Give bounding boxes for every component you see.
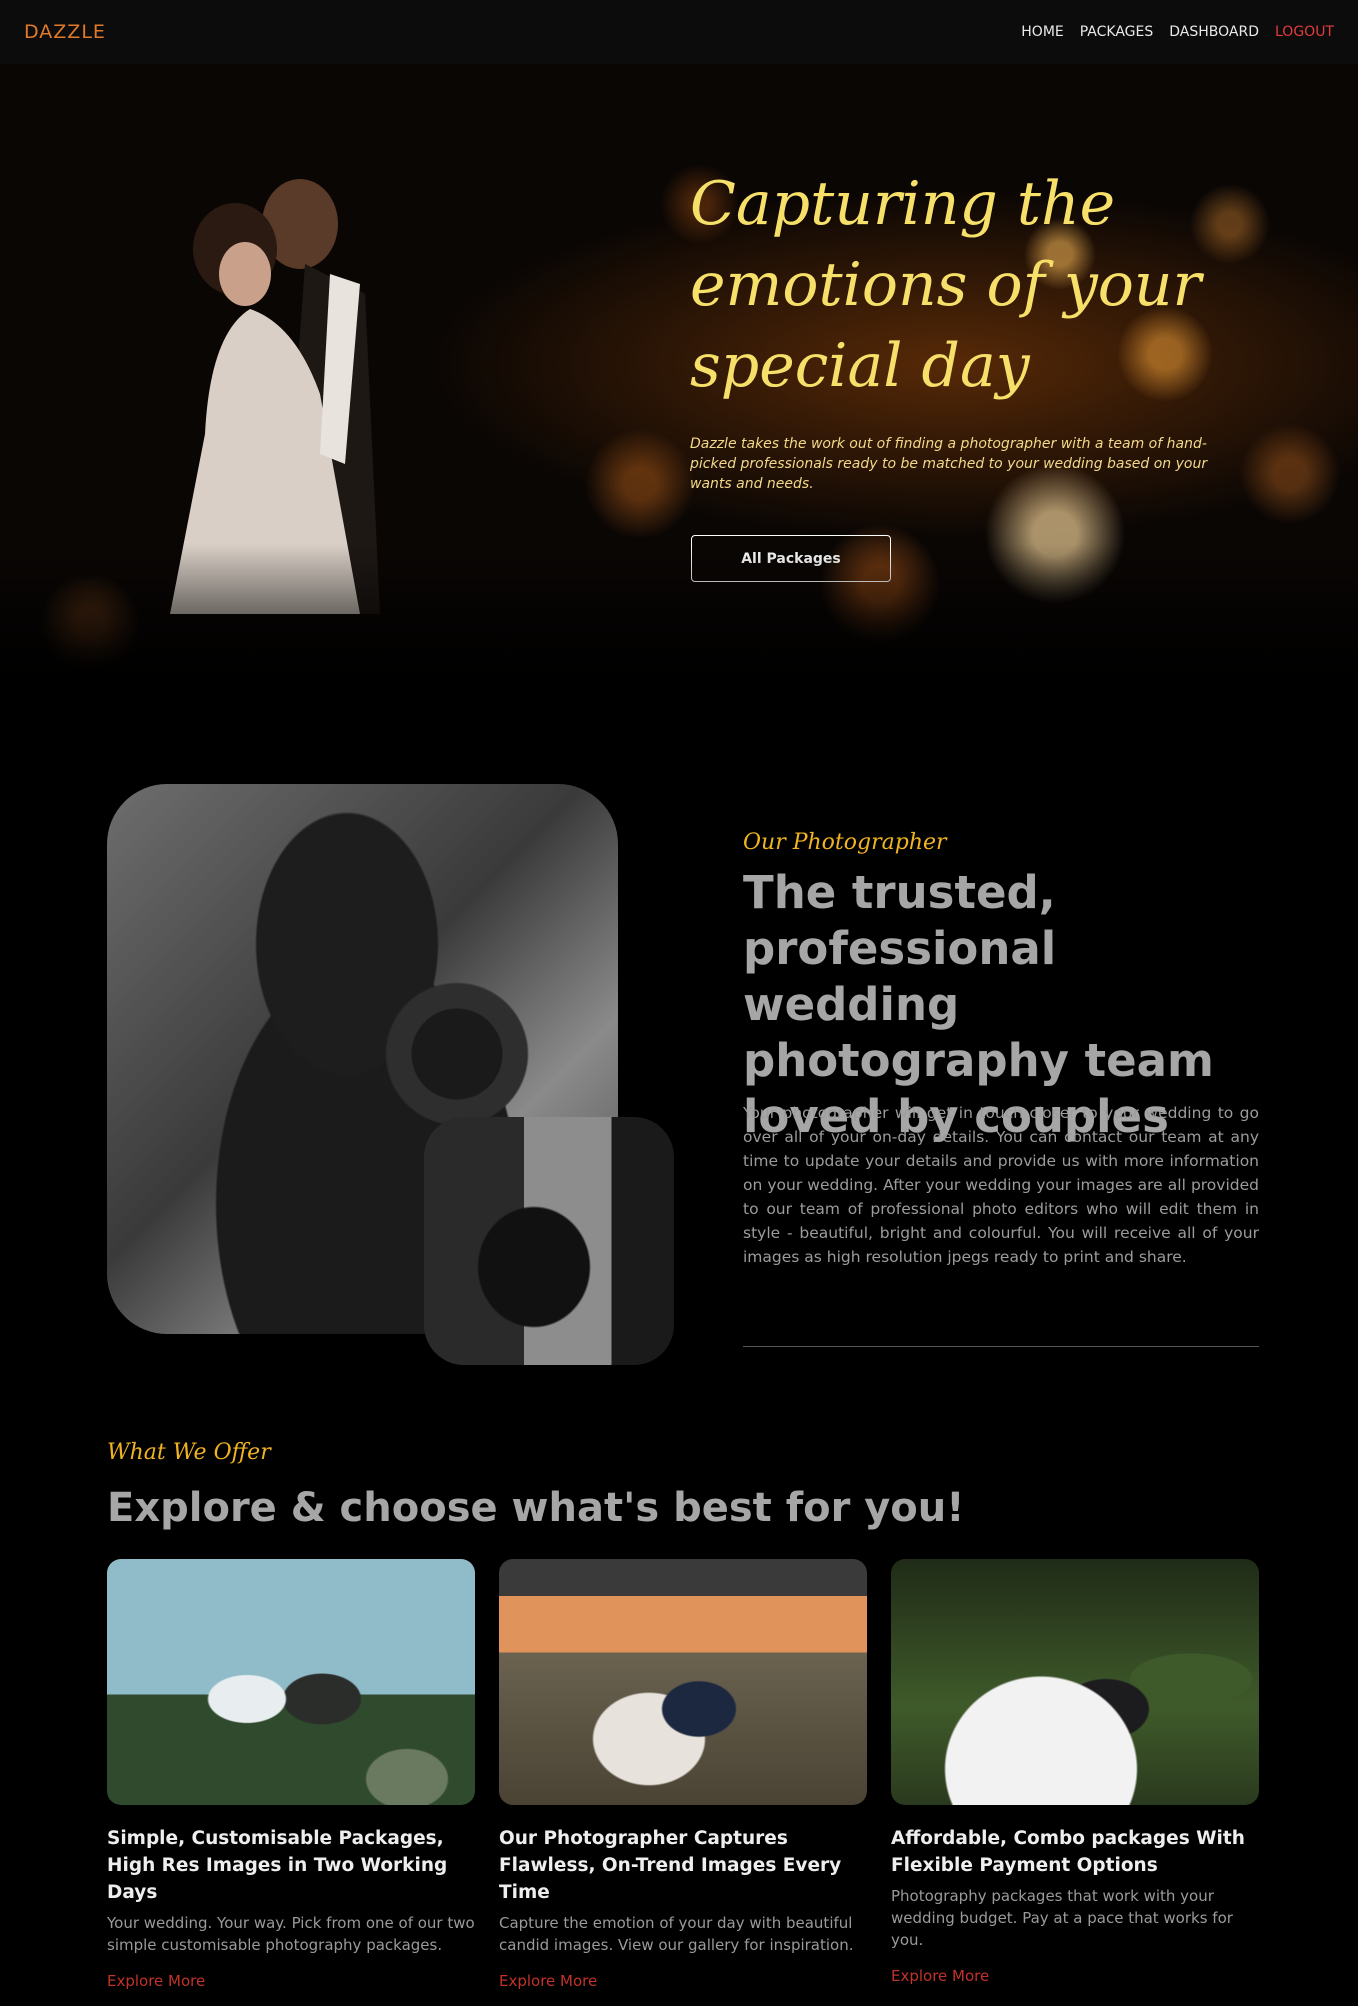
hero-section: Capturing the emotions of your special d… xyxy=(0,64,1358,684)
offers-eyebrow: What We Offer xyxy=(107,1440,271,1465)
section-divider xyxy=(743,1346,1259,1347)
hero-description: Dazzle takes the work out of finding a p… xyxy=(690,436,1208,492)
offer-card-title: Our Photographer Captures Flawless, On-T… xyxy=(499,1828,842,1903)
offer-card-text: Photography packages that work with your… xyxy=(891,1887,1233,1949)
offers-title: Explore & choose what's best for you! xyxy=(107,1485,965,1531)
explore-more-link[interactable]: Explore More xyxy=(891,1967,1259,1985)
offer-card-text: Capture the emotion of your day with bea… xyxy=(499,1914,854,1954)
offer-card-title: Simple, Customisable Packages, High Res … xyxy=(107,1828,448,1903)
brand-logo[interactable]: DAZZLE xyxy=(24,21,106,43)
hero-couple-image xyxy=(170,179,380,614)
offer-card-image xyxy=(107,1559,475,1805)
offer-card-affordable: Affordable, Combo packages With Flexible… xyxy=(891,1559,1259,1985)
offer-card-packages: Simple, Customisable Packages, High Res … xyxy=(107,1559,475,1990)
offer-card-image xyxy=(499,1559,867,1805)
explore-more-link[interactable]: Explore More xyxy=(499,1972,867,1990)
hero-title: Capturing the emotions of your special d… xyxy=(690,169,1202,401)
offer-card-photographer: Our Photographer Captures Flawless, On-T… xyxy=(499,1559,867,1990)
explore-more-link[interactable]: Explore More xyxy=(107,1972,475,1990)
nav-link-dashboard[interactable]: DASHBOARD xyxy=(1169,24,1259,40)
nav-link-home[interactable]: HOME xyxy=(1021,24,1063,40)
nav-link-logout[interactable]: LOGOUT xyxy=(1275,24,1334,40)
photographer-secondary-image xyxy=(424,1117,674,1365)
offer-card-title: Affordable, Combo packages With Flexible… xyxy=(891,1828,1245,1876)
nav-link-packages[interactable]: PACKAGES xyxy=(1080,24,1154,40)
offer-card-image xyxy=(891,1559,1259,1805)
nav-menu: HOME PACKAGES DASHBOARD LOGOUT xyxy=(1021,24,1334,40)
about-eyebrow: Our Photographer xyxy=(743,830,947,855)
offer-card-text: Your wedding. Your way. Pick from one of… xyxy=(107,1914,475,1954)
top-navbar: DAZZLE HOME PACKAGES DASHBOARD LOGOUT xyxy=(0,0,1358,64)
about-text: Your photographer will get in touch clos… xyxy=(743,1104,1259,1266)
all-packages-button[interactable]: All Packages xyxy=(691,535,891,582)
